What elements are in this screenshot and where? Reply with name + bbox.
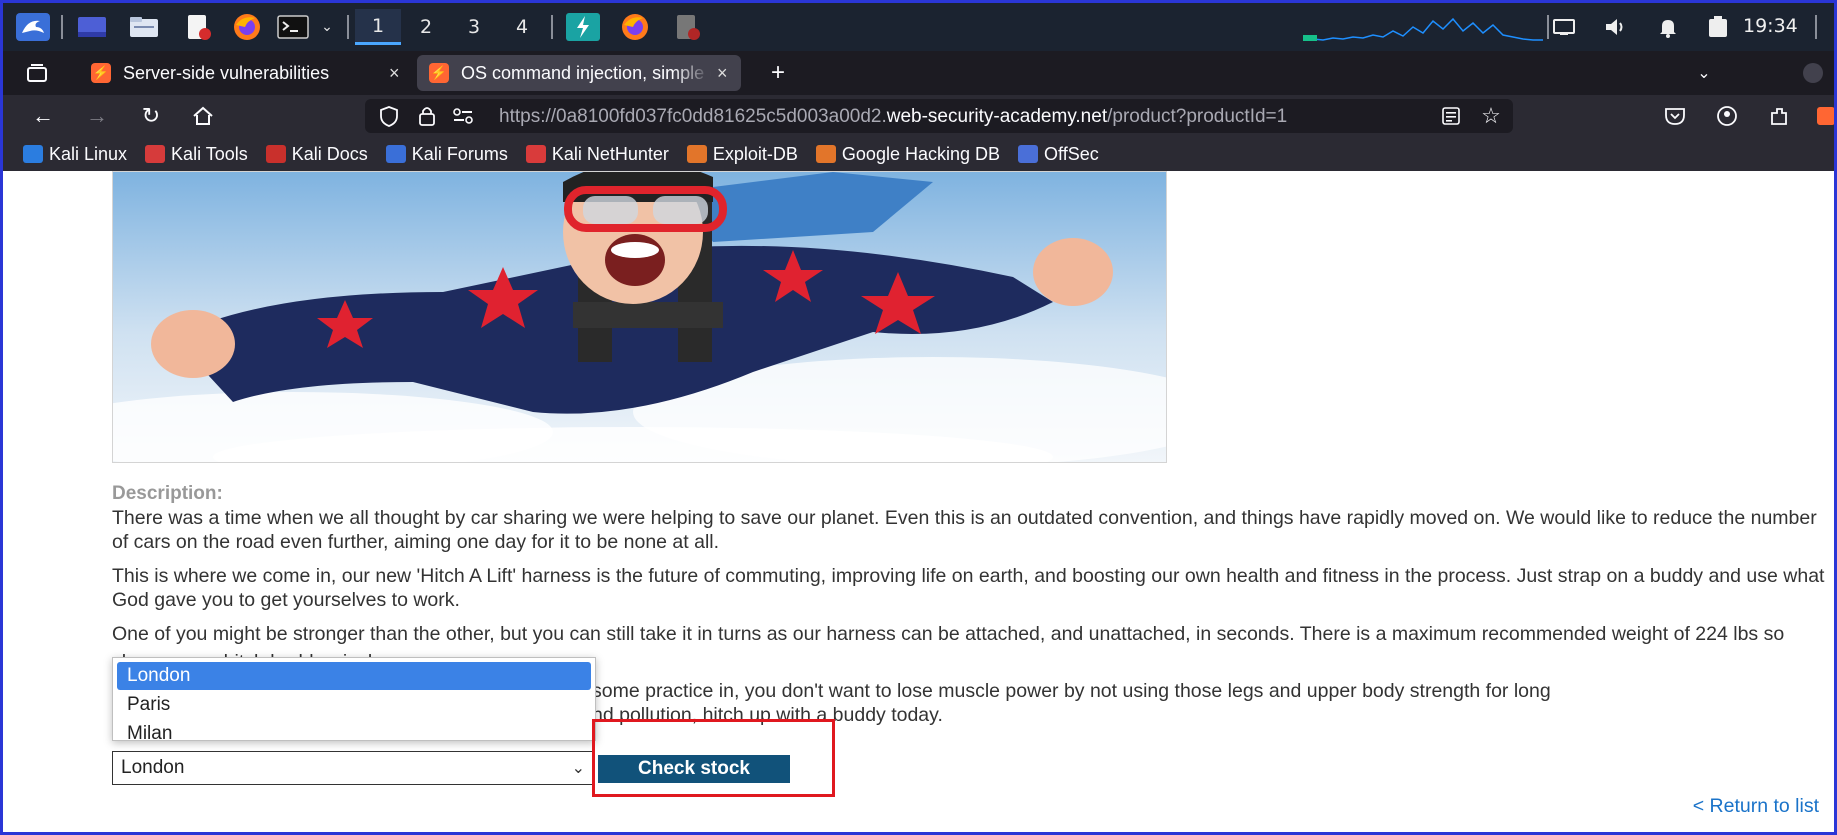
account-icon[interactable] <box>1711 101 1743 131</box>
clock[interactable]: 19:34 <box>1743 15 1798 37</box>
url-path: /product?productId=1 <box>1107 106 1288 127</box>
reader-view-icon[interactable] <box>1435 101 1467 131</box>
bookmark-favicon-icon <box>1018 145 1039 163</box>
description-paragraph-1: There was a time when we all thought by … <box>112 507 1817 553</box>
burp-favicon-icon: ⚡ <box>91 63 111 83</box>
workspace-3[interactable]: 3 <box>451 9 497 45</box>
tab-overview-icon[interactable] <box>21 59 53 87</box>
bookmark-label: Kali Docs <box>291 143 368 164</box>
bookmark-favicon-icon <box>145 145 166 163</box>
close-tab-icon[interactable]: × <box>389 63 400 84</box>
url-bar[interactable]: https://0a8100fd037fc0dd81625c5d003a00d2… <box>365 99 1513 133</box>
screen: ⌄ 1 2 3 4 19:34 ⚡ Server-side vulnerabil… <box>0 0 1837 835</box>
store-select-value: London <box>121 757 185 778</box>
bookmark-favicon-icon <box>815 145 836 163</box>
tab-os-command-injection[interactable]: ⚡ OS command injection, simple case × <box>417 55 741 91</box>
bookmark-favicon-icon <box>23 145 43 163</box>
check-stock-button[interactable]: Check stock <box>598 755 790 783</box>
bookmark-favicon-icon <box>385 145 406 163</box>
lock-icon[interactable] <box>411 101 443 131</box>
url-domain: web-security-academy.net <box>886 106 1108 127</box>
tab-title: OS command injection, simple case <box>461 62 711 83</box>
volume-icon[interactable] <box>1599 13 1633 41</box>
bookmark-google-hacking-db[interactable]: Google Hacking DB <box>815 143 1001 165</box>
show-desktop-icon[interactable] <box>75 13 109 41</box>
bookmark-label: Kali Linux <box>49 143 128 164</box>
store-dropdown-list[interactable]: London Paris Milan <box>112 657 596 744</box>
bookmark-kali-docs[interactable]: Kali Docs <box>265 143 368 165</box>
navigation-bar: ← → ↻ https://0a8100fd037fc0dd81625c5d00… <box>3 95 1834 137</box>
bookmark-kali-forums[interactable]: Kali Forums <box>385 143 508 165</box>
bookmark-label: Kali Tools <box>171 143 248 164</box>
new-tab-button[interactable]: + <box>763 59 793 87</box>
display-icon[interactable] <box>1547 13 1581 41</box>
bookmark-label: OffSec <box>1044 143 1099 164</box>
bookmark-favicon-icon <box>525 145 546 163</box>
store-option-london[interactable]: London <box>117 662 591 690</box>
url-prefix: https://0a8100fd037fc0dd81625c5d003a00d2… <box>499 106 887 127</box>
text-editor-window-icon[interactable] <box>667 13 707 41</box>
workspace-4[interactable]: 4 <box>499 9 545 45</box>
tab-title: Server-side vulnerabilities <box>123 62 330 83</box>
list-all-tabs-icon[interactable]: ⌄ <box>1689 59 1719 87</box>
description-paragraph-4-line-1: some practice in, you don't want to lose… <box>592 680 1551 702</box>
permissions-icon[interactable] <box>447 101 479 131</box>
pocket-icon[interactable] <box>1659 101 1691 131</box>
bookmark-kali-linux[interactable]: Kali Linux <box>23 144 127 165</box>
burp-favicon-icon: ⚡ <box>429 63 449 83</box>
store-select[interactable]: London ⌄ <box>112 751 594 785</box>
panel-separator <box>61 15 63 39</box>
tab-server-side-vulnerabilities[interactable]: ⚡ Server-side vulnerabilities × <box>79 55 411 91</box>
system-panel: ⌄ 1 2 3 4 19:34 <box>3 3 1834 51</box>
extensions-icon[interactable] <box>1763 101 1795 131</box>
url-text[interactable]: https://0a8100fd037fc0dd81625c5d003a00d2… <box>499 106 1423 128</box>
store-option-milan[interactable]: Milan <box>117 720 591 748</box>
close-tab-icon[interactable]: × <box>717 63 728 84</box>
description-paragraph-3: One of you might be stronger than the ot… <box>112 623 1785 650</box>
network-activity-graph <box>1303 13 1543 41</box>
panel-separator <box>1815 15 1817 39</box>
bookmarks-toolbar: Kali Linux Kali Tools Kali Docs Kali Forums… <box>3 137 1834 171</box>
panel-separator <box>347 15 349 39</box>
bookmark-label: Kali Forums <box>411 143 508 164</box>
burp-suite-icon[interactable] <box>563 13 603 41</box>
bookmark-kali-nethunter[interactable]: Kali NetHunter <box>525 143 669 165</box>
bookmark-star-icon[interactable]: ☆ <box>1475 101 1507 131</box>
firefox-icon[interactable] <box>229 13 265 41</box>
product-image <box>112 171 1167 463</box>
workspace-2[interactable]: 2 <box>403 9 449 45</box>
chevron-down-icon: ⌄ <box>571 760 585 777</box>
terminal-icon[interactable] <box>275 13 311 41</box>
firefox-window-icon[interactable] <box>615 13 655 41</box>
account-indicator-icon[interactable] <box>1803 63 1823 83</box>
tab-strip: ⚡ Server-side vulnerabilities × ⚡ OS com… <box>3 51 1834 95</box>
bookmark-label: Kali NetHunter <box>551 143 669 164</box>
tracking-protection-shield-icon[interactable] <box>373 101 405 131</box>
bookmark-exploit-db[interactable]: Exploit-DB <box>686 143 798 165</box>
page-content: Description: There was a time when we al… <box>6 171 1834 832</box>
bookmark-favicon-icon <box>265 145 286 163</box>
forward-icon[interactable]: → <box>81 101 113 131</box>
panel-separator <box>551 15 553 39</box>
description-label: Description: <box>112 483 223 504</box>
bookmark-favicon-icon <box>686 145 707 163</box>
store-option-paris[interactable]: Paris <box>117 691 591 719</box>
reload-icon[interactable]: ↻ <box>135 101 167 131</box>
bookmark-label: Google Hacking DB <box>841 143 1001 164</box>
bookmark-offsec[interactable]: OffSec <box>1018 144 1099 165</box>
home-icon[interactable] <box>187 101 219 131</box>
battery-icon[interactable] <box>1701 13 1735 41</box>
burp-extension-icon[interactable] <box>1813 101 1834 131</box>
chevron-down-icon[interactable]: ⌄ <box>315 13 339 41</box>
description-paragraph-2: This is where we come in, our new 'Hitch… <box>112 565 1825 611</box>
return-to-list-link[interactable]: < Return to list <box>1693 795 1819 818</box>
file-manager-icon[interactable] <box>127 13 161 41</box>
bookmark-label: Exploit-DB <box>712 143 798 164</box>
back-icon[interactable]: ← <box>27 101 59 131</box>
kali-dragon-icon[interactable] <box>13 13 53 41</box>
text-editor-icon[interactable] <box>181 13 215 41</box>
notification-bell-icon[interactable] <box>1651 13 1685 41</box>
bookmark-kali-tools[interactable]: Kali Tools <box>145 144 248 165</box>
workspace-1[interactable]: 1 <box>355 9 401 45</box>
